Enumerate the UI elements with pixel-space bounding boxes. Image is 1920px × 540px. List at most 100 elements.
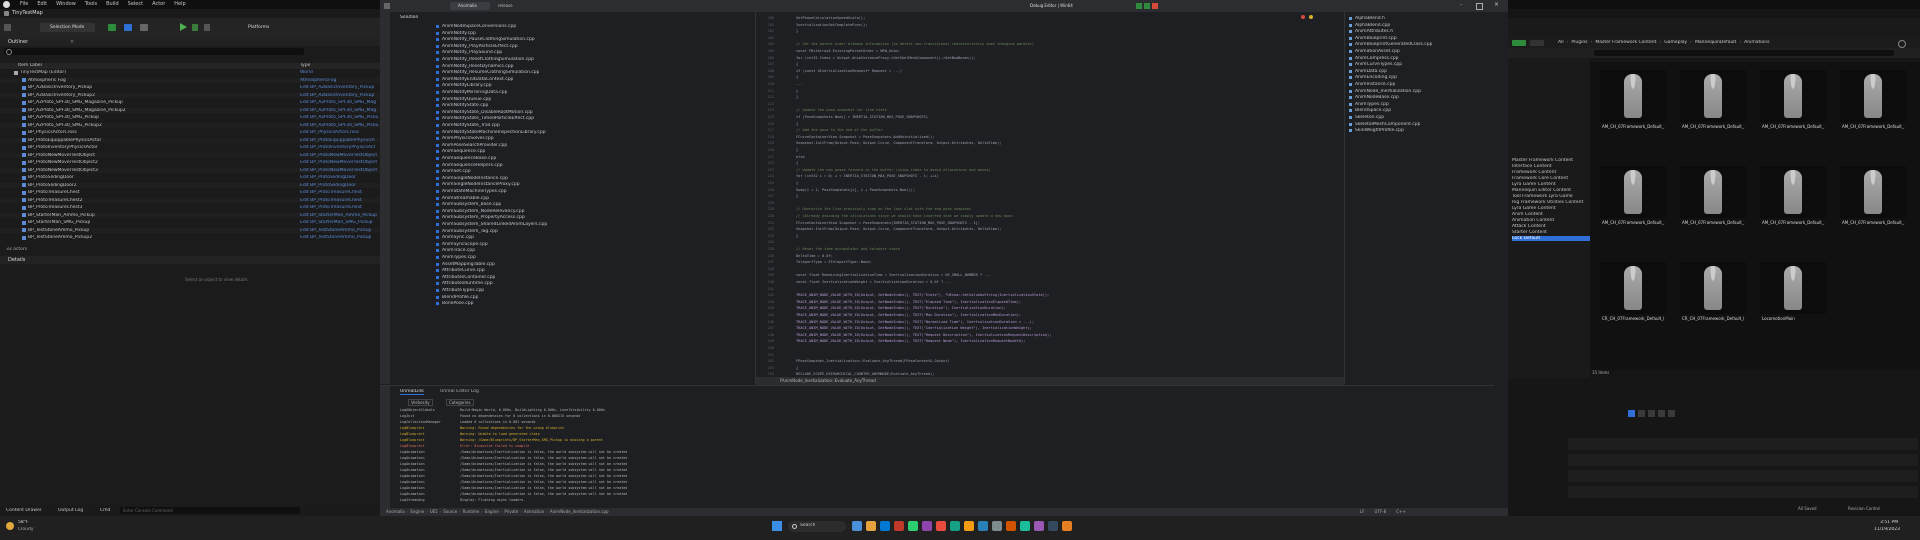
structure-item[interactable]: AlphaBlend.cpp (1349, 23, 1489, 28)
cinematics-icon[interactable] (140, 24, 148, 31)
outliner-row[interactable]: BP_ProtoSlidingDoor2 Edit BP_ProtoSliding… (0, 182, 380, 188)
close-icon[interactable]: × (70, 40, 74, 45)
solution-file[interactable]: AttributeCurve.cpp (436, 268, 736, 273)
content-drawer-button[interactable]: Content Drawer (6, 508, 42, 513)
column-type[interactable]: Type (300, 63, 310, 69)
structure-item[interactable]: BlendSpace.cpp (1349, 108, 1489, 113)
structure-item[interactable]: AnimBlueprint.cpp (1349, 36, 1489, 41)
outliner-row[interactable]: BP_A2Proto_SPF30_SMG_Magazine_Pickup2 Edi… (0, 107, 380, 113)
solution-file[interactable]: AttributeTypes.cpp (436, 288, 736, 293)
file-breadcrumb[interactable]: Anomalia › Engine › UE5 › Source › Runtime › Engin… (386, 509, 611, 514)
breadcrumb-item[interactable]: AnimNode_Inertialization.cpp (550, 509, 609, 514)
folder-item[interactable]: Rig Framework Utilities Content (1512, 200, 1592, 205)
cmd-dropdown[interactable]: Cmd (100, 508, 110, 513)
structure-item[interactable]: AnimNode_Inertialization.cpp (1349, 89, 1489, 94)
code-text[interactable]: 200 SetPhaseCalculationSpeedScale(); 201 … (756, 12, 1344, 378)
outliner-row[interactable]: BP_StarterMan_Ammo_Pickup Edit BP_Starter… (0, 212, 380, 218)
solution-file[interactable]: BonePose.cpp (436, 301, 736, 306)
solution-file[interactable]: AnimNotifyState.cpp (436, 103, 736, 108)
outliner-row[interactable]: BP_ProtoTreasureChest Edit BP_ProtoTreasu… (0, 190, 380, 195)
content-search-input[interactable] (1594, 50, 1894, 56)
folder-item[interactable]: Attack Content (1512, 224, 1592, 229)
solution-file[interactable]: AssetMappingTable.cpp (436, 262, 736, 267)
structure-item[interactable]: AnimTypes.cpp (1349, 102, 1489, 107)
status-item[interactable]: UTF-8 (1375, 509, 1387, 514)
breadcrumb-item[interactable]: Runtime (463, 509, 480, 514)
taskbar-app-icon[interactable] (1034, 521, 1044, 531)
structure-item[interactable]: AnimAttributes.h (1349, 29, 1489, 34)
taskbar-search[interactable]: Search (788, 521, 846, 532)
breadcrumb-item[interactable]: Animation (524, 509, 544, 514)
clock-time[interactable]: 3:51 PM (1880, 520, 1898, 525)
add-actor-icon[interactable] (108, 24, 116, 31)
breadcrumb-item[interactable]: Engine (485, 509, 499, 514)
close-window-icon[interactable]: × (1494, 2, 1499, 8)
error-indicator-icon[interactable] (1301, 15, 1305, 19)
folder-item[interactable]: Animation Content (1512, 218, 1592, 223)
outliner-row[interactable]: BP_ProtoEquippablePhysicsActor Edit BP_Pr… (0, 137, 380, 143)
path-segment[interactable]: Animations (1744, 40, 1769, 45)
solution-file[interactable]: AnimSequenceHelpers.cpp (436, 163, 736, 168)
taskbar-app-icon[interactable] (964, 521, 974, 531)
outliner-row[interactable]: BP_A2Proto_SPF30_SMG_Pickup2 Edit BP_A2Pr… (0, 122, 380, 128)
stop-icon[interactable] (1152, 3, 1158, 9)
solution-file[interactable]: AnimPhysicsSolver.cpp (436, 136, 736, 141)
menu-item[interactable]: Edit (37, 1, 47, 7)
tool-rotate-icon[interactable] (1648, 410, 1655, 417)
outliner-row[interactable]: BP_ProtoNewMoverTestObject Edit BP_ProtoN… (0, 152, 380, 158)
revision-control[interactable]: Revision Control (1848, 506, 1880, 511)
solution-file[interactable]: AnimNotify_ResetClothingSimulation.cpp (436, 57, 736, 62)
outliner-row[interactable]: BP_A2Proto_SPF30_SMG_Pickup Edit BP_A2Pro… (0, 115, 380, 120)
solution-file[interactable]: AnimSequence.cpp (436, 149, 736, 154)
folder-item[interactable]: Framework Content (1512, 170, 1592, 175)
folder-item[interactable]: Tool Framework Lyra Game (1512, 194, 1592, 199)
solution-file[interactable]: AnimNotifyState_TimedParticleEffect.cpp (436, 116, 736, 121)
categories-filter[interactable]: Categories (446, 399, 474, 406)
solution-title[interactable]: Solution (400, 15, 418, 20)
verbosity-filter[interactable]: Verbosity (408, 399, 433, 406)
outliner-row[interactable]: BP_ProtoTreasureChest2 Edit BP_ProtoTreas… (0, 197, 380, 203)
solution-file[interactable]: AnimSubsystem_PropertyAccess.cpp (436, 215, 736, 220)
outliner-row[interactable]: BP_A2Proto_SPF30_SMG_Magazine_Pickup Edit… (0, 100, 380, 105)
folder-item[interactable]: Interface Content (1512, 164, 1592, 169)
taskbar-app-icon[interactable] (866, 521, 876, 531)
menu-item[interactable]: File (20, 1, 28, 7)
folder-item[interactable]: Master Framework Content (1512, 158, 1592, 163)
tab-unreallink[interactable]: UnrealLink (400, 389, 424, 395)
asset-tile[interactable]: AM_CH_07Framework_Default_Locomotion_Acc… (1600, 70, 1666, 144)
taskbar-app-icon[interactable] (992, 521, 1002, 531)
solution-file[interactable]: AnimStateMachineTypes.cpp (436, 189, 736, 194)
all-saved[interactable]: All Saved (1798, 506, 1817, 511)
outliner-row[interactable]: Atmospheric Fog AtmosphericFog (0, 77, 380, 83)
solution-file[interactable]: AnimNodeSpaceConversions.cpp (436, 24, 736, 29)
breadcrumb-item[interactable]: UE5 (430, 509, 438, 514)
taskbar-app-icon[interactable] (1048, 521, 1058, 531)
debug-icon[interactable] (1144, 3, 1150, 9)
folder-item[interactable]: Anim Content (1512, 212, 1592, 217)
outliner-row[interactable]: BP_StarterMan_SMG_Pickup Edit BP_StarterM… (0, 220, 380, 225)
solution-file[interactable]: AnimNotify_PauseClothingSimulation.cpp (436, 37, 736, 42)
outliner-row[interactable]: BP_A2BasicInventory_Pickup Edit BP_A2Basi… (0, 85, 380, 90)
weather-icon[interactable] (6, 522, 14, 530)
solution-file[interactable]: AnimNotifyMirroringData.cpp (436, 90, 736, 95)
console-input[interactable]: Enter Console Command (120, 507, 300, 514)
solution-file[interactable]: AnimNotifyState_DisableRootMotion.cpp (436, 110, 736, 115)
path-segment[interactable]: All (1558, 40, 1564, 45)
blueprint-icon[interactable] (124, 24, 132, 31)
tool-scale-icon[interactable] (1658, 410, 1665, 417)
tool-snap-icon[interactable] (1668, 410, 1675, 417)
menu-item[interactable]: Tools (85, 1, 97, 7)
structure-item[interactable]: AlphaBlend.h (1349, 16, 1489, 21)
import-button[interactable] (1530, 40, 1544, 46)
map-tab[interactable]: TinyTestMap (12, 10, 43, 17)
settings-icon[interactable] (1898, 40, 1906, 48)
save-icon[interactable] (4, 24, 11, 31)
breadcrumb-item[interactable]: Anomalia (386, 509, 405, 514)
solution-file[interactable]: AnimSubsystem_Tag.cpp (436, 229, 736, 234)
clock-date[interactable]: 11/19/2023 (1874, 527, 1900, 532)
folder-item[interactable]: Lyra Game Content (1512, 206, 1592, 211)
solution-file[interactable]: AnimNotify_ResumeClothingSimulation.cpp (436, 70, 736, 75)
menu-item[interactable]: Actor (152, 1, 165, 7)
structure-item[interactable]: SkeletalMeshComponent.cpp (1349, 122, 1489, 127)
structure-item[interactable]: AnimData.cpp (1349, 69, 1489, 74)
